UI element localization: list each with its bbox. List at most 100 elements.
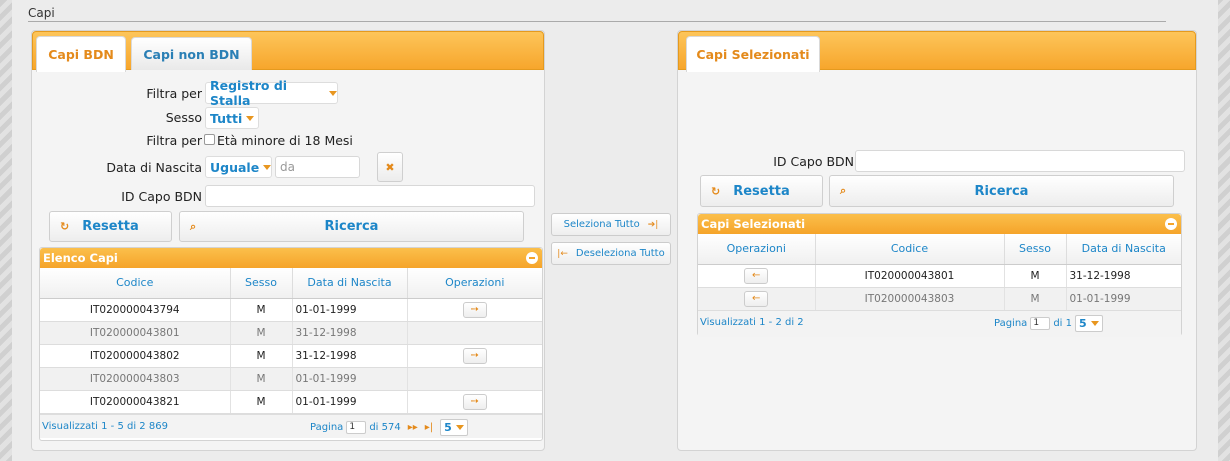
capi-panel: Capi BDN Capi non BDN Filtra per Registr… [31, 30, 545, 451]
page-label: Pagina [994, 317, 1028, 329]
table-row[interactable]: IT020000043801 M 31-12-1998 [40, 321, 542, 345]
search-icon: ⌕ [840, 184, 847, 197]
cell-sesso: M [230, 344, 293, 368]
collapse-icon[interactable] [526, 252, 538, 264]
right-search-button[interactable]: ⌕ Ricerca [829, 175, 1174, 207]
birth-date-input[interactable]: da [275, 156, 360, 178]
cell-codice: IT020000043794 [40, 298, 231, 322]
table-row[interactable]: IT020000043802 M 31-12-1998 ➙ [40, 344, 542, 368]
tab-capi-bdn[interactable]: Capi BDN [36, 36, 126, 72]
right-tab-bar: Capi Selezionati [678, 31, 1196, 72]
sex-dropdown[interactable]: Tutti [205, 107, 259, 129]
sex-label: Sesso [165, 110, 202, 125]
last-page-icon[interactable]: ▸| [425, 422, 433, 433]
search-button-label: Ricerca [324, 219, 379, 234]
deselect-all-button[interactable]: |← Deseleziona Tutto [551, 242, 671, 265]
left-tab-bar: Capi BDN Capi non BDN [32, 31, 544, 72]
remove-arrow-button[interactable]: ← [744, 290, 769, 307]
close-icon: ✖ [385, 160, 395, 174]
page-of-label: di 574 [369, 421, 401, 433]
col-sesso[interactable]: Sesso [1004, 234, 1067, 265]
grid-footer: Visualizzati 1 - 5 di 2 869 Pagina 1 di … [40, 413, 542, 438]
remove-arrow-button[interactable]: ← [744, 267, 769, 284]
chevron-down-icon [455, 424, 464, 430]
cell-operazioni: ➙ [407, 298, 542, 322]
sex-dropdown-value: Tutti [210, 110, 243, 126]
right-id-capo-input[interactable] [855, 150, 1185, 172]
table-row[interactable]: ← IT020000043803 M 01-01-1999 [698, 287, 1181, 311]
page-size-value: 5 [1078, 316, 1087, 330]
col-operazioni[interactable]: Operazioni [698, 234, 816, 265]
birth-operator-dropdown[interactable]: Uguale [205, 156, 272, 178]
add-arrow-button[interactable]: ➙ [462, 393, 487, 410]
section-title: Capi [28, 6, 55, 20]
arrow-right-bar-icon: ➔| [647, 219, 659, 230]
cell-operazioni [407, 321, 542, 345]
col-data-nascita[interactable]: Data di Nascita [1066, 234, 1181, 265]
id-capo-input[interactable] [205, 185, 535, 207]
clear-date-button[interactable]: ✖ [377, 152, 403, 182]
selected-panel: Capi Selezionati ID Capo BDN ↻ Resetta ⌕ R… [677, 30, 1197, 451]
search-button[interactable]: ⌕ Ricerca [179, 211, 524, 242]
page-size-select[interactable]: 5 [1074, 314, 1103, 332]
search-icon: ⌕ [190, 219, 197, 233]
cell-sesso: M [230, 298, 293, 322]
grid-header: Elenco Capi [40, 248, 542, 268]
page-size-value: 5 [444, 420, 452, 434]
cell-codice: IT020000043801 [815, 264, 1005, 288]
refresh-icon: ↻ [60, 220, 70, 233]
cell-sesso: M [230, 367, 293, 391]
select-all-button[interactable]: Seleziona Tutto ➔| [551, 213, 671, 236]
add-arrow-button[interactable]: ➙ [462, 301, 487, 318]
selected-grid-title: Capi Selezionati [701, 217, 806, 231]
right-id-capo-label: ID Capo BDN [773, 154, 854, 169]
id-capo-label: ID Capo BDN [121, 189, 202, 204]
selected-grid-header: Capi Selezionati [698, 214, 1181, 234]
right-reset-button[interactable]: ↻ Resetta [700, 175, 823, 207]
cell-data: 31-12-1998 [292, 321, 408, 345]
cell-sesso: M [1004, 264, 1067, 288]
grid-title: Elenco Capi [43, 251, 118, 265]
cell-sesso: M [1004, 287, 1067, 311]
filter2-label: Filtra per [146, 133, 202, 148]
collapse-icon[interactable] [1165, 218, 1177, 230]
tab-capi-selezionati[interactable]: Capi Selezionati [686, 36, 820, 72]
cell-data: 31-12-1998 [1066, 264, 1181, 288]
birth-operator-value: Uguale [210, 159, 260, 175]
page-size-select[interactable]: 5 [440, 418, 468, 436]
reset-button[interactable]: ↻ Resetta [49, 211, 172, 242]
col-operazioni[interactable]: Operazioni [407, 268, 542, 299]
selected-grid-footer: Visualizzati 1 - 2 di 2 Pagina 1 di 1 5 [698, 310, 1181, 337]
cell-data: 01-01-1999 [1066, 287, 1181, 311]
tab-capi-non-bdn[interactable]: Capi non BDN [131, 37, 252, 70]
col-codice[interactable]: Codice [40, 268, 231, 299]
chevron-down-icon [329, 90, 337, 96]
col-codice[interactable]: Codice [815, 234, 1005, 265]
col-sesso[interactable]: Sesso [230, 268, 293, 299]
right-search-label: Ricerca [974, 183, 1029, 199]
age-checkbox[interactable] [204, 134, 215, 145]
section-divider [28, 21, 1166, 22]
table-row[interactable]: IT020000043821 M 01-01-1999 ➙ [40, 390, 542, 414]
chevron-down-icon [246, 115, 255, 121]
table-row[interactable]: IT020000043803 M 01-01-1999 [40, 367, 542, 391]
col-data-nascita[interactable]: Data di Nascita [292, 268, 408, 299]
page: Capi Capi BDN Capi non BDN Filtra per Re… [12, 0, 1218, 461]
select-all-label: Seleziona Tutto [563, 219, 640, 230]
table-row[interactable]: IT020000043794 M 01-01-1999 ➙ [40, 298, 542, 322]
animals-table: Codice Sesso Data di Nascita Operazioni … [40, 268, 542, 414]
selected-grid: Capi Selezionati Operazioni Codice Sesso… [697, 213, 1182, 337]
next-page-icon[interactable]: ▸▸ [408, 422, 418, 433]
filter-dropdown[interactable]: Registro di Stalla [205, 78, 338, 108]
filter-label: Filtra per [146, 86, 202, 101]
add-arrow-button[interactable]: ➙ [462, 347, 487, 364]
page-label: Pagina [310, 421, 344, 433]
chevron-down-icon [1090, 320, 1099, 326]
birth-date-label: Data di Nascita [106, 160, 202, 175]
arrow-left-bar-icon: |← [557, 248, 568, 259]
cell-codice: IT020000043821 [40, 390, 231, 414]
page-input[interactable]: 1 [346, 420, 367, 434]
table-row[interactable]: ← IT020000043801 M 31-12-1998 [698, 264, 1181, 288]
page-input[interactable]: 1 [1030, 316, 1051, 330]
cell-operazioni: ➙ [407, 344, 542, 368]
